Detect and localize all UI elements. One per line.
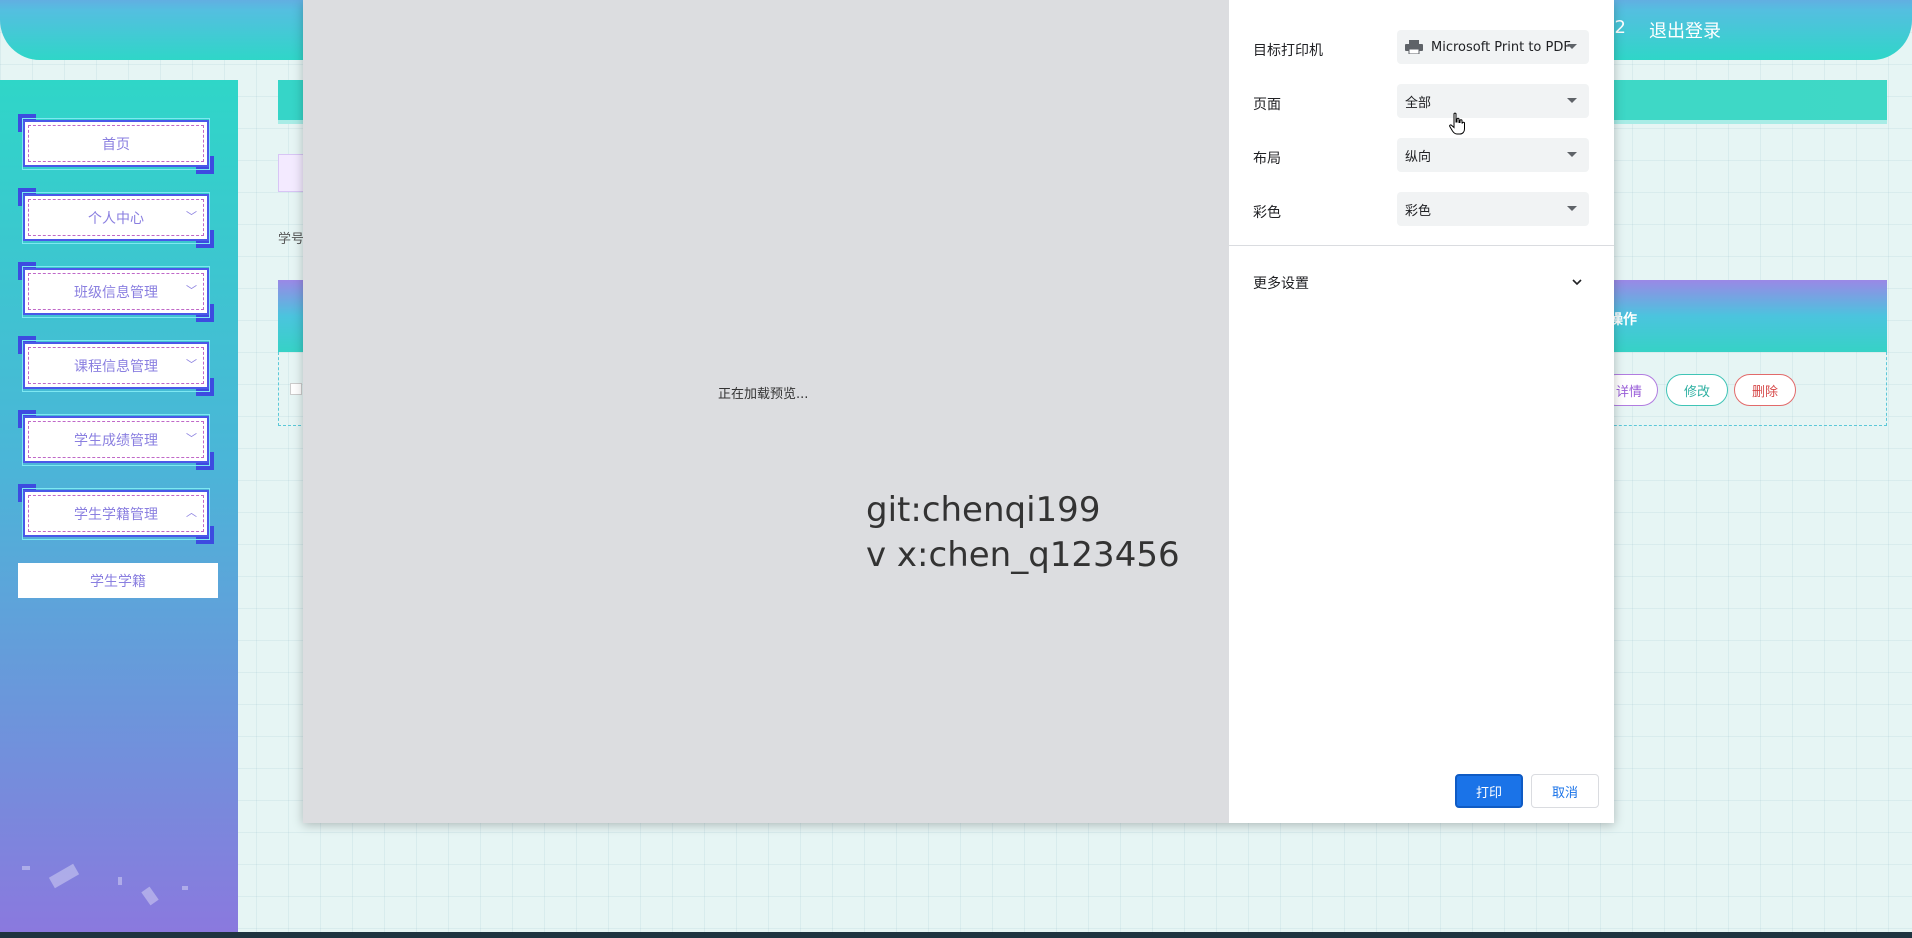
chevron-down-icon: ﹀ — [186, 432, 197, 445]
chevron-down-icon: ﹀ — [186, 210, 197, 223]
decorative-shape — [182, 886, 188, 890]
print-button[interactable]: 打印 — [1455, 774, 1523, 808]
sidebar-item-label: 首页 — [102, 136, 130, 153]
sidebar-item-label: 个人中心 — [88, 210, 144, 227]
print-preview: 正在加载预览... git:chenqi199 v x:chen_q123456 — [303, 0, 1229, 823]
row-checkbox[interactable] — [290, 383, 302, 395]
divider — [1229, 245, 1614, 246]
sidebar-item-class-info[interactable]: 班级信息管理 ﹀ — [18, 262, 214, 322]
dropdown-arrow-icon — [1567, 206, 1577, 211]
setting-label: 目标打印机 — [1253, 43, 1323, 59]
chevron-up-icon: ︿ — [186, 506, 197, 519]
layout-value: 纵向 — [1405, 149, 1432, 165]
more-settings-toggle[interactable]: 更多设置 — [1229, 270, 1614, 300]
decorative-shape — [48, 863, 80, 889]
sidebar-item-personal-center[interactable]: 个人中心 ﹀ — [18, 188, 214, 248]
watermark-line: git:chenqi199 — [866, 490, 1101, 530]
chevron-down-icon: ﹀ — [186, 358, 197, 371]
decorative-shape — [22, 866, 30, 870]
sidebar-subitem-student-status[interactable]: 学生学籍 — [18, 563, 218, 598]
sidebar: 首页 个人中心 ﹀ 班级信息管理 ﹀ 课程信息管理 ﹀ 学生成绩管理 ﹀ 学生学… — [0, 80, 238, 938]
dropdown-arrow-icon — [1567, 152, 1577, 157]
sidebar-item-label: 课程信息管理 — [74, 358, 158, 375]
search-label-student-id: 学号 — [278, 232, 305, 247]
decorative-shape — [118, 877, 122, 885]
setting-label: 彩色 — [1253, 205, 1281, 221]
sidebar-item-home[interactable]: 首页 — [18, 114, 214, 174]
sidebar-item-grades[interactable]: 学生成绩管理 ﹀ — [18, 410, 214, 470]
destination-select[interactable]: Microsoft Print to PDF — [1397, 30, 1589, 64]
printer-icon — [1405, 40, 1423, 55]
setting-destination: 目标打印机 Microsoft Print to PDF — [1229, 30, 1614, 70]
edit-button[interactable]: 修改 — [1666, 374, 1728, 406]
setting-label: 布局 — [1253, 151, 1281, 167]
decorative-shape — [141, 886, 159, 906]
sidebar-item-course-info[interactable]: 课程信息管理 ﹀ — [18, 336, 214, 396]
dropdown-arrow-icon — [1567, 44, 1577, 49]
sidebar-item-label: 学生学籍管理 — [74, 506, 158, 523]
setting-label: 页面 — [1253, 97, 1281, 113]
cancel-button[interactable]: 取消 — [1531, 774, 1599, 808]
color-value: 彩色 — [1405, 203, 1432, 219]
pages-select[interactable]: 全部 — [1397, 84, 1589, 118]
setting-pages: 页面 全部 — [1229, 84, 1614, 124]
sidebar-item-student-status[interactable]: 学生学籍管理 ︿ — [18, 484, 214, 544]
sidebar-item-label: 学生成绩管理 — [74, 432, 158, 449]
chevron-down-icon — [1570, 274, 1584, 288]
print-dialog: 正在加载预览... git:chenqi199 v x:chen_q123456… — [303, 0, 1614, 823]
watermark-text: git:chenqi199 v x:chen_q123456 — [866, 488, 1180, 578]
color-select[interactable]: 彩色 — [1397, 192, 1589, 226]
chevron-down-icon: ﹀ — [186, 284, 197, 297]
preview-loading-text: 正在加载预览... — [718, 387, 809, 402]
logout-link[interactable]: 退出登录 — [1649, 17, 1721, 43]
pages-value: 全部 — [1405, 95, 1432, 111]
more-settings-label: 更多设置 — [1253, 276, 1309, 292]
hand-cursor-icon — [1449, 112, 1465, 135]
delete-button[interactable]: 删除 — [1734, 374, 1796, 406]
layout-select[interactable]: 纵向 — [1397, 138, 1589, 172]
bottom-strip — [0, 932, 1912, 938]
watermark-line: v x:chen_q123456 — [866, 535, 1180, 575]
print-settings-panel: 目标打印机 Microsoft Print to PDF 页面 全部 布局 纵向… — [1229, 0, 1614, 823]
destination-value: Microsoft Print to PDF — [1431, 39, 1571, 55]
dropdown-arrow-icon — [1567, 98, 1577, 103]
sidebar-item-label: 班级信息管理 — [74, 284, 158, 301]
setting-color: 彩色 彩色 — [1229, 192, 1614, 232]
setting-layout: 布局 纵向 — [1229, 138, 1614, 178]
